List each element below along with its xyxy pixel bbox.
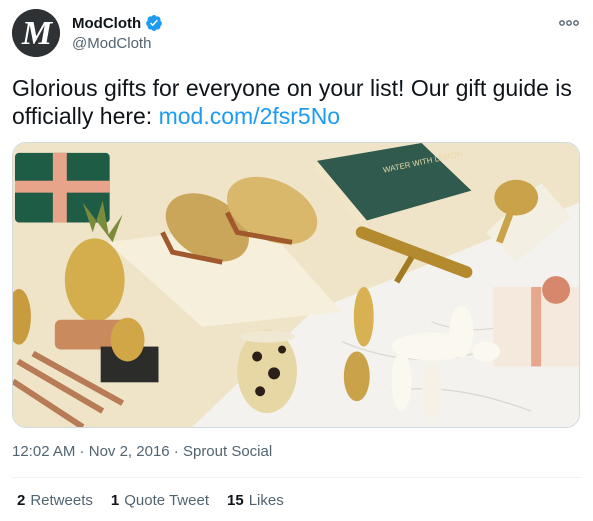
- tweet-image[interactable]: WATER WITH LEMON: [12, 142, 580, 428]
- quote-tweets-count: 1: [110, 492, 120, 509]
- svg-text:M: M: [21, 15, 54, 52]
- tweet-date[interactable]: Nov 2, 2016: [89, 443, 170, 460]
- retweets-count: 2: [17, 492, 26, 509]
- avatar[interactable]: M: [12, 9, 60, 57]
- avatar-m-logo: M: [12, 9, 60, 57]
- tweet-meta: 12:02 AM · Nov 2, 2016 · Sprout Social: [12, 443, 272, 460]
- verified-badge-icon: [145, 14, 163, 32]
- tweet-link[interactable]: mod.com/2fsr5No: [159, 103, 341, 129]
- meta-separator: ·: [75, 443, 89, 460]
- user-handle[interactable]: @ModCloth: [72, 35, 151, 52]
- meta-separator: ·: [169, 443, 183, 460]
- retweets-label: Retweets: [30, 492, 93, 509]
- quote-tweets-stat[interactable]: 1 Quote Tweet: [111, 492, 209, 509]
- name-row: ModCloth: [72, 14, 163, 32]
- tweet-stats: 2 Retweets 1 Quote Tweet 15 Likes: [17, 492, 284, 509]
- quote-tweets-label: Quote Tweet: [124, 492, 209, 509]
- divider: [12, 477, 582, 478]
- display-name[interactable]: ModCloth: [72, 15, 141, 32]
- tweet-source[interactable]: Sprout Social: [183, 443, 272, 460]
- likes-count: 15: [227, 492, 244, 509]
- tweet-header: M ModCloth @ModCloth: [12, 9, 582, 61]
- likes-stat[interactable]: 15 Likes: [227, 492, 284, 509]
- tweet-time[interactable]: 12:02 AM: [12, 443, 75, 460]
- more-options-icon[interactable]: [558, 15, 580, 31]
- likes-label: Likes: [248, 492, 284, 509]
- tweet-text: Glorious gifts for everyone on your list…: [12, 74, 582, 130]
- retweets-stat[interactable]: 2 Retweets: [17, 492, 93, 509]
